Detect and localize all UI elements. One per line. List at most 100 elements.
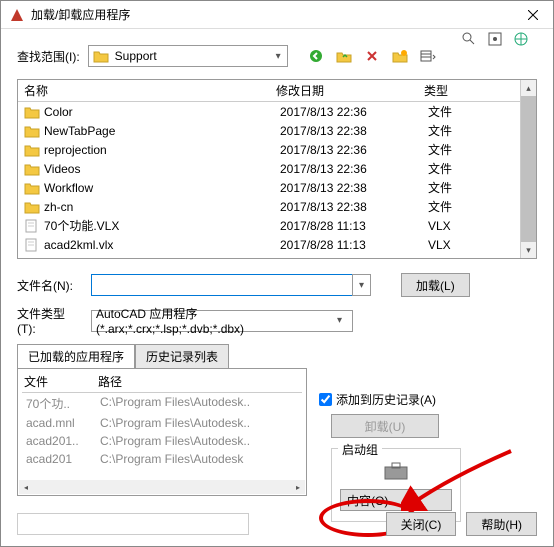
dialog-content: 查找范围(I): Support ▾ 名称 修改日期 类型 — [1, 29, 553, 546]
filename-row: 文件名(N): ▾ 加载(L) — [17, 273, 537, 297]
filetype-label: 文件类型(T): — [17, 305, 83, 336]
chevron-down-icon[interactable]: ▾ — [270, 51, 287, 62]
h-scrollbar[interactable]: ◂ ▸ — [19, 480, 305, 494]
new-folder-icon[interactable] — [390, 46, 410, 66]
view-icons — [459, 29, 531, 49]
file-name: Videos — [44, 162, 280, 176]
file-date: 2017/8/13 22:36 — [280, 162, 428, 176]
delete-icon[interactable] — [362, 46, 382, 66]
loaded-body[interactable]: 70个功..C:\Program Files\Autodesk..acad.mn… — [22, 393, 302, 468]
close-icon[interactable] — [513, 1, 553, 29]
loaded-file: acad201.. — [24, 434, 100, 448]
find-file-icon[interactable] — [459, 29, 479, 49]
file-row[interactable]: 70个功能.VLX2017/8/28 11:13VLX — [18, 216, 536, 235]
loaded-col-file[interactable]: 文件 — [22, 373, 98, 390]
file-row[interactable]: Color2017/8/13 22:36文件 — [18, 102, 536, 121]
content-button[interactable]: 内容(O)... — [340, 489, 452, 511]
file-name: zh-cn — [44, 200, 280, 214]
briefcase-icon — [383, 461, 409, 481]
file-row[interactable]: zh-cn2017/8/13 22:38文件 — [18, 197, 536, 216]
chevron-down-icon[interactable]: ▾ — [331, 315, 348, 326]
file-date: 2017/8/13 22:36 — [280, 143, 428, 157]
tab-history[interactable]: 历史记录列表 — [135, 344, 229, 368]
filename-label: 文件名(N): — [17, 277, 83, 294]
scroll-down-icon[interactable]: ▾ — [521, 242, 536, 258]
load-button[interactable]: 加载(L) — [401, 273, 470, 297]
titlebar[interactable]: 加载/卸载应用程序 — [1, 1, 553, 29]
loaded-row[interactable]: acad.mnlC:\Program Files\Autodesk.. — [22, 414, 302, 432]
scroll-up-icon[interactable]: ▴ — [521, 80, 536, 96]
web-icon[interactable] — [511, 29, 531, 49]
file-name: Color — [44, 105, 280, 119]
file-type: 文件 — [428, 122, 498, 139]
loaded-row[interactable]: acad201..C:\Program Files\Autodesk.. — [22, 432, 302, 450]
dialog-window: 加载/卸载应用程序 查找范围(I): Support ▾ — [0, 0, 554, 547]
views-icon[interactable] — [418, 46, 438, 66]
col-header-name[interactable]: 名称 — [18, 82, 276, 99]
scrollbar[interactable]: ▴ ▾ — [520, 80, 536, 258]
folder-icon — [24, 143, 40, 157]
preview-icon[interactable] — [485, 29, 505, 49]
file-date: 2017/8/13 22:38 — [280, 124, 428, 138]
file-list-body[interactable]: Color2017/8/13 22:36文件NewTabPage2017/8/1… — [18, 102, 536, 258]
tab-loaded[interactable]: 已加载的应用程序 — [17, 344, 135, 368]
col-header-date[interactable]: 修改日期 — [276, 82, 424, 99]
file-date: 2017/8/13 22:36 — [280, 105, 428, 119]
filename-input[interactable] — [91, 274, 353, 296]
help-button[interactable]: 帮助(H) — [466, 512, 537, 536]
file-date: 2017/8/28 11:13 — [280, 238, 428, 252]
loaded-row[interactable]: 70个功..C:\Program Files\Autodesk.. — [22, 393, 302, 414]
folder-icon — [93, 49, 111, 63]
search-label: 查找范围(I): — [17, 48, 80, 65]
file-row[interactable]: Videos2017/8/13 22:36文件 — [18, 159, 536, 178]
folder-icon — [24, 162, 40, 176]
file-type: 文件 — [428, 198, 498, 215]
app-icon — [9, 7, 25, 23]
add-history-input[interactable] — [319, 393, 332, 406]
filetype-text: AutoCAD 应用程序(*.arx;*.crx;*.lsp;*.dvb;*.d… — [96, 305, 331, 336]
loaded-col-path[interactable]: 路径 — [98, 373, 302, 390]
loaded-path: C:\Program Files\Autodesk.. — [100, 434, 302, 448]
file-type: 文件 — [428, 141, 498, 158]
filetype-row: 文件类型(T): AutoCAD 应用程序(*.arx;*.crx;*.lsp;… — [17, 305, 537, 336]
startup-title: 启动组 — [338, 441, 382, 458]
scroll-right-icon[interactable]: ▸ — [291, 480, 305, 494]
file-name: NewTabPage — [44, 124, 280, 138]
loaded-row[interactable]: acad201C:\Program Files\Autodesk — [22, 450, 302, 468]
close-button[interactable]: 关闭(C) — [386, 512, 457, 536]
file-date: 2017/8/13 22:38 — [280, 200, 428, 214]
right-panel: 添加到历史记录(A) 卸载(U) 启动组 内容(O)... — [319, 391, 519, 522]
file-type: VLX — [428, 238, 498, 252]
file-name: acad2kml.vlx — [44, 238, 280, 252]
file-name: 70个功能.VLX — [44, 217, 280, 234]
unload-button[interactable]: 卸载(U) — [331, 414, 439, 438]
loaded-path: C:\Program Files\Autodesk.. — [100, 395, 302, 412]
path-select[interactable]: Support ▾ — [88, 45, 288, 67]
titlebar-title: 加载/卸载应用程序 — [31, 6, 513, 23]
file-row[interactable]: NewTabPage2017/8/13 22:38文件 — [18, 121, 536, 140]
scroll-left-icon[interactable]: ◂ — [19, 480, 33, 494]
file-type: VLX — [428, 219, 498, 233]
file-type: 文件 — [428, 179, 498, 196]
add-history-label: 添加到历史记录(A) — [336, 391, 436, 408]
bottom-bar: 关闭(C) 帮助(H) — [17, 512, 537, 536]
tabs: 已加载的应用程序 历史记录列表 — [17, 344, 537, 368]
add-history-checkbox[interactable]: 添加到历史记录(A) — [319, 391, 519, 408]
loaded-path: C:\Program Files\Autodesk.. — [100, 416, 302, 430]
file-row[interactable]: acad2kml.vlx2017/8/28 11:13VLX — [18, 235, 536, 254]
startup-group: 启动组 内容(O)... — [331, 448, 461, 522]
loaded-file: acad.mnl — [24, 416, 100, 430]
file-name: Workflow — [44, 181, 280, 195]
file-row[interactable]: Workflow2017/8/13 22:38文件 — [18, 178, 536, 197]
file-list-header: 名称 修改日期 类型 — [18, 80, 536, 102]
back-icon[interactable] — [306, 46, 326, 66]
loaded-path: C:\Program Files\Autodesk — [100, 452, 302, 466]
path-text: Support — [115, 49, 270, 63]
filetype-combo[interactable]: AutoCAD 应用程序(*.arx;*.crx;*.lsp;*.dvb;*.d… — [91, 310, 353, 332]
file-icon — [24, 219, 40, 233]
file-date: 2017/8/28 11:13 — [280, 219, 428, 233]
up-folder-icon[interactable] — [334, 46, 354, 66]
filename-dropdown-icon[interactable]: ▾ — [352, 274, 371, 296]
file-row[interactable]: reprojection2017/8/13 22:36文件 — [18, 140, 536, 159]
col-header-type[interactable]: 类型 — [424, 82, 504, 99]
